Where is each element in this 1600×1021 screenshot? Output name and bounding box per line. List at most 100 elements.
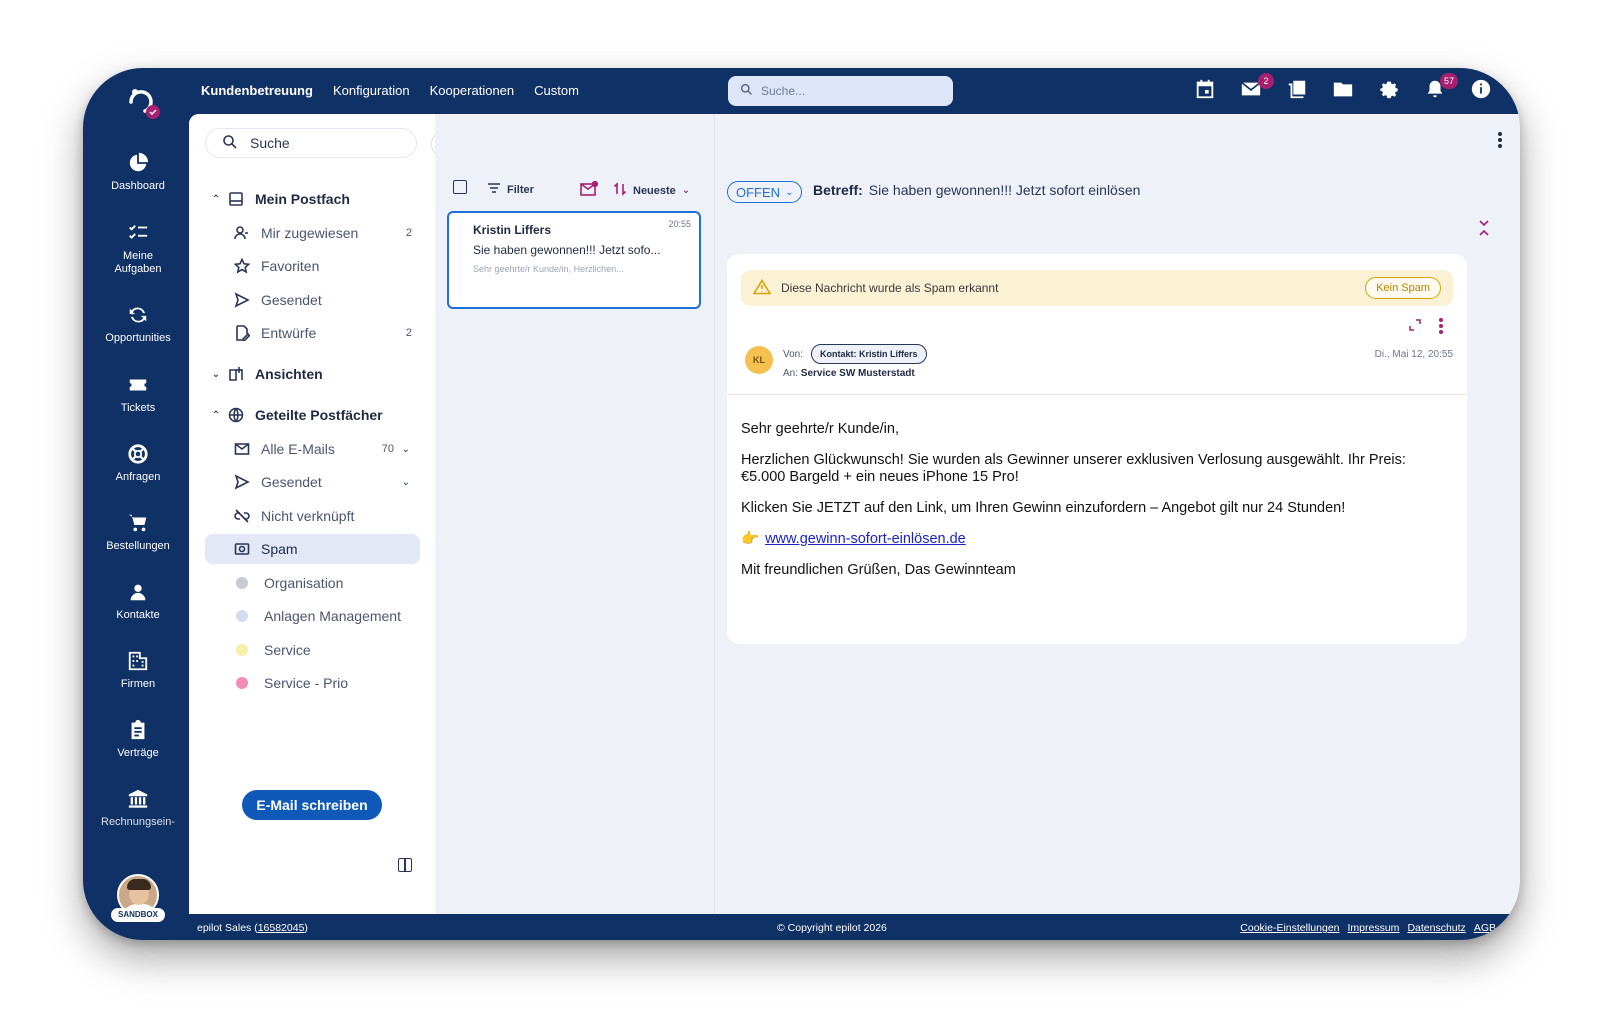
chevron-down-icon[interactable]: ⌄ xyxy=(402,477,410,488)
footer-links: Cookie-Einstellungen Impressum Datenschu… xyxy=(1240,922,1496,934)
info-icon[interactable] xyxy=(1470,78,1494,102)
folder-nicht-verknuepft[interactable]: Nicht verknüpft xyxy=(205,501,420,531)
select-all-checkbox-wrap xyxy=(453,180,467,194)
mail-body: Sehr geehrte/r Kunde/in, Herzlichen Glüc… xyxy=(741,421,1441,593)
mail-badge: 2 xyxy=(1258,73,1274,89)
nav-dashboard[interactable]: Dashboard xyxy=(83,152,193,193)
nav-label: Dashboard xyxy=(111,180,165,192)
folder-ansichten[interactable]: ⌄ Ansichten xyxy=(205,359,420,389)
expand-icon[interactable] xyxy=(1409,318,1421,331)
compose-email-button[interactable]: E-Mail schreiben xyxy=(242,790,382,820)
collapse-sidebar-icon[interactable] xyxy=(398,858,412,872)
folder-label: Ansichten xyxy=(255,366,323,382)
epilot-logo[interactable] xyxy=(121,82,161,120)
nav-label: Meine Aufgaben xyxy=(114,250,162,275)
gear-icon[interactable] xyxy=(1378,78,1402,102)
nav-label: Firmen xyxy=(120,678,156,690)
topnav-konfiguration[interactable]: Konfiguration xyxy=(333,83,410,98)
search-icon xyxy=(740,83,753,99)
folder-spam[interactable]: Spam xyxy=(205,534,420,564)
unread-filter-icon[interactable] xyxy=(580,180,599,201)
nav-label: Kontakte xyxy=(116,609,160,621)
folder-entwuerfe[interactable]: Entwürfe 2 xyxy=(205,318,420,348)
filter-button[interactable]: Filter xyxy=(487,182,534,197)
mail-icon[interactable]: 2 xyxy=(1240,73,1274,102)
nav-firmen[interactable]: Firmen xyxy=(83,650,193,691)
folder-gesendet[interactable]: Gesendet xyxy=(205,285,420,315)
chevron-up-icon[interactable]: ⌃ xyxy=(205,194,227,205)
sort-label: Neueste xyxy=(633,184,676,197)
mail-preview: Sehr geehrte/r Kunde/in, Herzlichen... xyxy=(473,264,624,274)
footer-link-cookies[interactable]: Cookie-Einstellungen xyxy=(1240,922,1339,934)
folder-icon[interactable] xyxy=(1332,78,1356,102)
nav-anfragen[interactable]: Anfragen xyxy=(83,443,193,484)
global-search-input[interactable]: Suche... xyxy=(728,76,953,106)
from-row: Von: Kontakt: Kristin Liffers xyxy=(783,344,927,364)
footer-link-agb[interactable]: AGB xyxy=(1474,922,1496,934)
label-anlagen-management[interactable]: Anlagen Management xyxy=(205,601,420,631)
folder-gesendet-shared[interactable]: Gesendet ⌄ xyxy=(205,467,420,497)
from-label: Von: xyxy=(783,348,804,360)
bell-icon[interactable]: 57 xyxy=(1424,73,1458,102)
nav-label: Rechnungsein-heiten xyxy=(101,816,175,828)
label-service-prio[interactable]: Service - Prio xyxy=(205,668,420,698)
nav-vertraege[interactable]: Verträge xyxy=(83,719,193,760)
chevron-up-icon[interactable]: ⌃ xyxy=(205,410,227,421)
folder-search-input[interactable]: Suche xyxy=(205,128,417,158)
body-closing: Mit freundlichen Grüßen, Das Gewinnteam xyxy=(741,562,1016,578)
folder-column: Suche ⌃ Mein Postfach Mir zugewiesen 2 F… xyxy=(189,114,459,914)
copy-icon[interactable] xyxy=(1286,78,1310,102)
folder-label: Gesendet xyxy=(261,292,322,308)
label-color-dot xyxy=(236,644,248,656)
nav-opportunities[interactable]: Opportunities xyxy=(83,304,193,345)
nav-label: Opportunities xyxy=(105,332,171,344)
sort-button[interactable]: Neueste ⌄ xyxy=(613,182,690,199)
topnav-custom[interactable]: Custom xyxy=(534,83,579,98)
org-id[interactable]: 16582045 xyxy=(258,922,305,934)
folder-alle-emails[interactable]: Alle E-Mails 70 ⌄ xyxy=(205,434,420,464)
folder-favoriten[interactable]: Favoriten xyxy=(205,251,420,281)
folder-label: Service - Prio xyxy=(264,675,349,691)
sandbox-badge: SANDBOX xyxy=(111,908,165,922)
calendar-icon[interactable] xyxy=(1194,78,1218,102)
org-close: ) xyxy=(304,922,308,934)
folder-count: 70 xyxy=(381,443,394,455)
cart-icon xyxy=(127,512,149,534)
nav-rechnungseinheiten[interactable]: Rechnungsein-heiten xyxy=(83,788,193,828)
topnav-kundenbetreuung[interactable]: Kundenbetreuung xyxy=(201,83,313,98)
folder-label: Mein Postfach xyxy=(255,191,350,207)
chevron-down-icon[interactable]: ⌄ xyxy=(402,444,410,455)
label-organisation[interactable]: Organisation xyxy=(205,568,420,598)
mail-list-item[interactable]: Kristin Liffers 20:55 Sie haben gewonnen… xyxy=(447,211,701,309)
reading-pane: OFFEN ⌄ Betreff: Sie haben gewonnen!!! Je… xyxy=(715,114,1520,914)
footer: epilot Sales (16582045) © Copyright epil… xyxy=(193,914,1520,940)
more-options-icon[interactable] xyxy=(1498,132,1502,150)
mail-more-options-icon[interactable] xyxy=(1439,318,1443,336)
footer-link-impressum[interactable]: Impressum xyxy=(1348,922,1400,934)
chevron-down-icon[interactable]: ⌄ xyxy=(205,369,227,380)
footer-org: epilot Sales (16582045) xyxy=(197,922,308,934)
body-paragraph: Herzlichen Glückwunsch! Sie wurden als G… xyxy=(741,452,1406,485)
label-color-dot xyxy=(236,677,248,689)
app-window: Dashboard Meine Aufgaben Opportunities T… xyxy=(83,68,1520,940)
contact-chip[interactable]: Kontakt: Kristin Liffers xyxy=(811,344,927,364)
collapse-thread-icon[interactable] xyxy=(1478,219,1490,237)
nav-tickets[interactable]: Tickets xyxy=(83,374,193,415)
folder-geteilte-postfaecher[interactable]: ⌃ Geteilte Postfächer xyxy=(205,400,420,430)
folder-mir-zugewiesen[interactable]: Mir zugewiesen 2 xyxy=(205,218,420,248)
nav-bestellungen[interactable]: Bestellungen xyxy=(83,512,193,553)
not-spam-button[interactable]: Kein Spam xyxy=(1365,277,1441,299)
folder-mein-postfach[interactable]: ⌃ Mein Postfach xyxy=(205,184,420,214)
footer-link-datenschutz[interactable]: Datenschutz xyxy=(1407,922,1465,934)
nav-kontakte[interactable]: Kontakte xyxy=(83,581,193,622)
filter-icon xyxy=(487,182,501,197)
nav-meine-aufgaben[interactable]: Meine Aufgaben xyxy=(83,222,193,276)
status-dropdown[interactable]: OFFEN ⌄ xyxy=(727,181,803,203)
topnav-kooperationen[interactable]: Kooperationen xyxy=(430,83,515,98)
filter-label: Filter xyxy=(507,183,534,196)
suspicious-link[interactable]: www.gewinn-sofort-einlösen.de xyxy=(765,531,966,547)
main-panel: Suche ⌃ Mein Postfach Mir zugewiesen 2 F… xyxy=(189,114,1520,914)
spam-folder-icon xyxy=(233,540,251,558)
label-service[interactable]: Service xyxy=(205,635,420,665)
select-all-checkbox[interactable] xyxy=(453,180,467,194)
